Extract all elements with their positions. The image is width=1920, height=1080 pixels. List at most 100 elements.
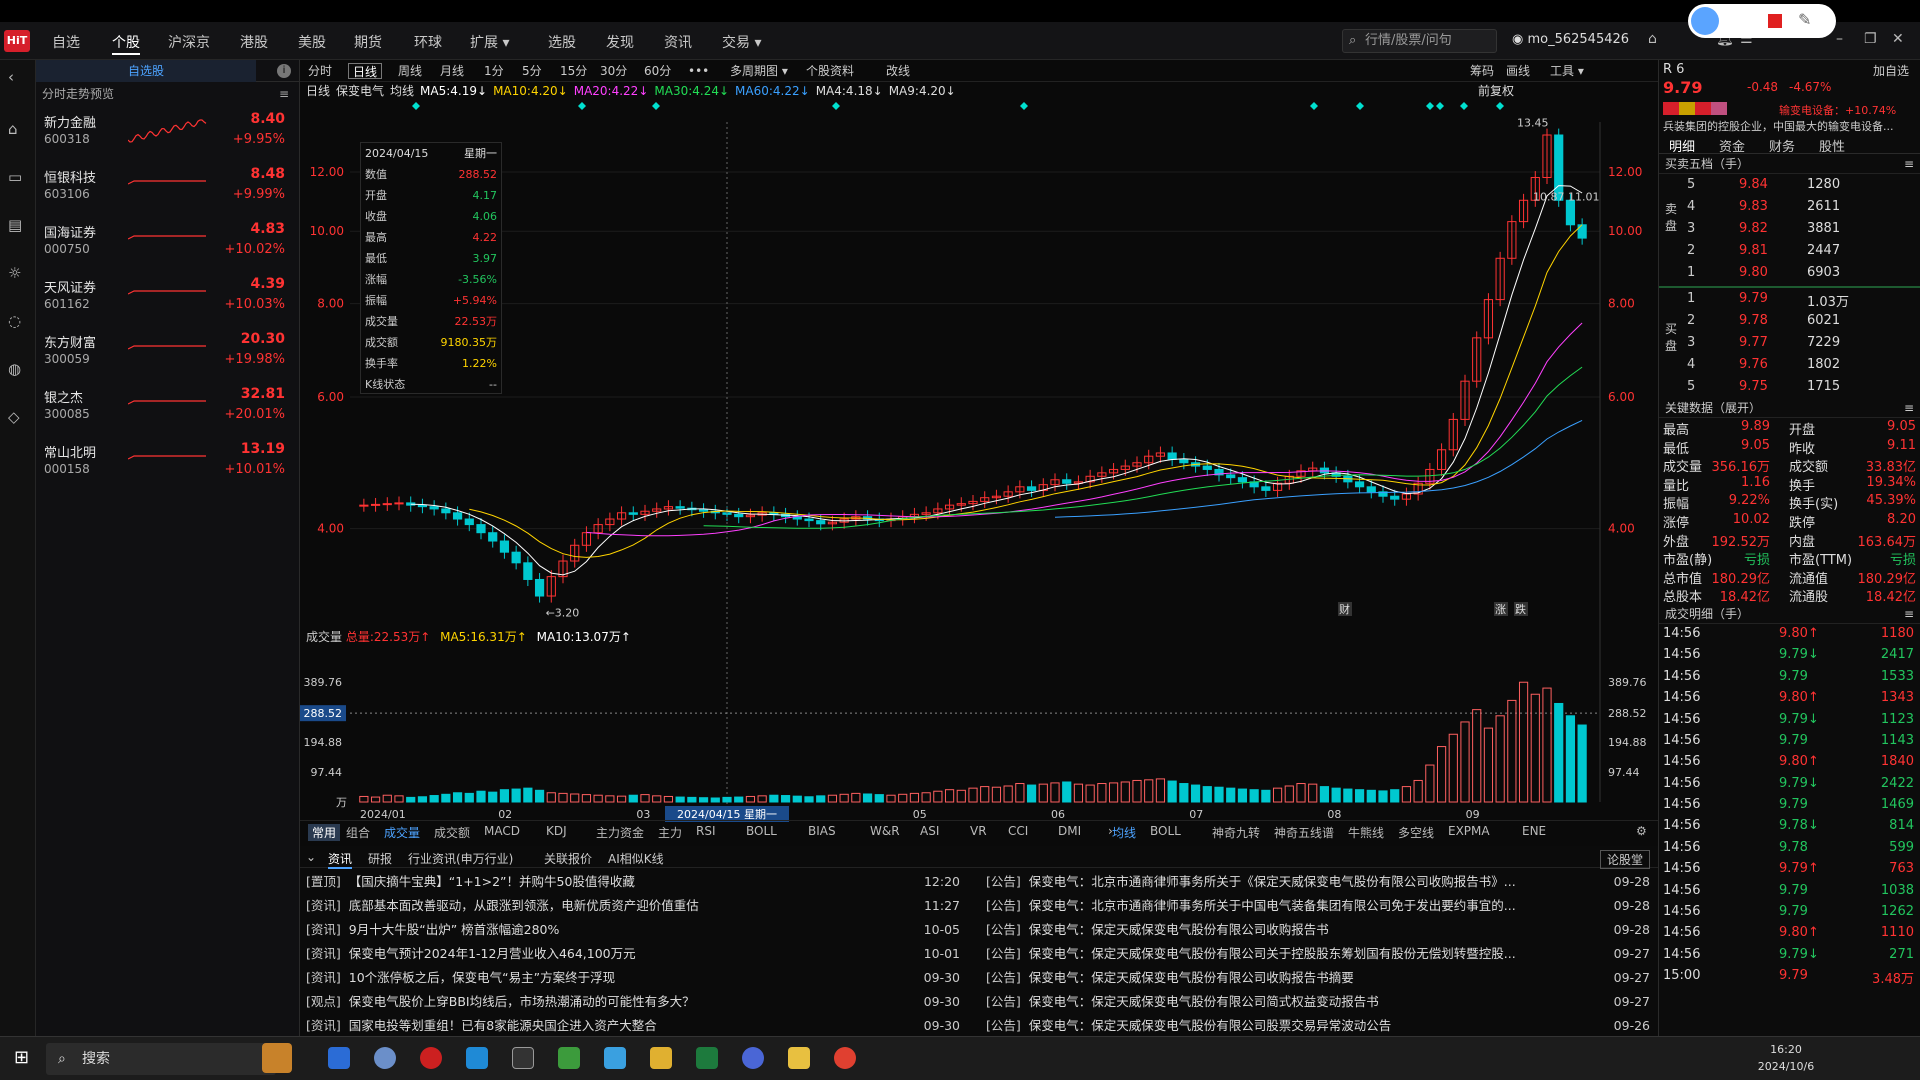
indicator-tab[interactable]: RSI <box>696 824 716 838</box>
indicator-tab[interactable]: VR <box>970 824 987 838</box>
period-tab[interactable]: 月线 <box>436 63 468 79</box>
minimize-icon[interactable]: – <box>1836 31 1843 47</box>
notes-icon[interactable] <box>788 1047 810 1069</box>
nav-item[interactable]: 环球 <box>414 32 442 52</box>
period-tab[interactable]: 5分 <box>518 63 546 79</box>
nav-item[interactable]: 自选 <box>52 32 80 52</box>
news-item[interactable]: [资讯] 底部基本面改善驱动，从跟涨到领涨，电新优质资产迎价值重估 11:27 <box>306 894 960 918</box>
watchlist-item[interactable]: 常山北明 000158 13.19 +10.01% <box>36 436 299 491</box>
indicator-tab[interactable]: 主力资金 <box>596 824 644 841</box>
news-item[interactable]: [公告] 保变电气：保定天威保变电气股份有限公司收购报告书摘要 09-27 <box>986 966 1650 990</box>
overlay-tab[interactable]: EXPMA <box>1448 824 1490 838</box>
diamond-icon[interactable]: ◇ <box>8 408 20 426</box>
chart-tool-tab[interactable]: 工具 ▾ <box>1546 63 1588 79</box>
home-icon[interactable]: ⌂ <box>8 120 18 138</box>
overlay-tab[interactable]: 神奇五线谱 <box>1274 824 1334 841</box>
period-tab[interactable]: 多周期图 ▾ <box>726 63 792 79</box>
indicator-tab[interactable]: 主力 <box>658 824 682 841</box>
period-tab[interactable]: 个股资料 <box>802 63 858 79</box>
period-tab[interactable]: 15分 <box>556 63 591 79</box>
nav-item[interactable]: 沪深京 <box>168 32 210 52</box>
period-tab[interactable]: 30分 <box>596 63 631 79</box>
news-item[interactable]: [置顶] 【国庆摘牛宝典】“1+1>2”！并购牛50股值得收藏 12:20 <box>306 870 960 894</box>
overlay-tab[interactable]: BOLL <box>1150 824 1181 838</box>
app-icon[interactable] <box>374 1047 396 1069</box>
indicator-tab[interactable]: 组合 <box>346 824 370 841</box>
news-item[interactable]: [资讯] 保变电气预计2024年1-12月营业收入464,100万元 10-01 <box>306 942 960 966</box>
nav-item[interactable]: 资讯 <box>664 32 692 52</box>
forum-button[interactable]: 论股堂 <box>1600 850 1651 869</box>
chat-icon[interactable]: ◌ <box>8 312 21 330</box>
folder-icon[interactable] <box>650 1047 672 1069</box>
period-tab[interactable]: 分时 <box>304 63 336 79</box>
indicator-tab[interactable]: MACD <box>484 824 520 838</box>
overlay-tab[interactable]: 均线 <box>1112 824 1136 841</box>
screen-recorder-widget[interactable]: ✎ <box>1688 4 1836 38</box>
nav-item[interactable]: 选股 <box>548 32 576 52</box>
chart-tool-tab[interactable]: 筹码 <box>1466 63 1498 79</box>
overlay-tab[interactable]: 多空线 <box>1398 824 1434 841</box>
indicator-tab[interactable]: BOLL <box>746 824 777 838</box>
indicator-tab[interactable]: 常用 <box>308 824 341 841</box>
indicator-tab[interactable]: ASI <box>920 824 939 838</box>
news-item[interactable]: [公告] 保变电气：保定天威保变电气股份有限公司股票交易异常波动公告 09-26 <box>986 1014 1650 1038</box>
widget-icon[interactable] <box>262 1043 292 1073</box>
quote-tab[interactable]: 股性 <box>1819 136 1845 155</box>
indicator-tab[interactable]: KDJ <box>546 824 567 838</box>
chart-tool-tab[interactable]: 画线 <box>1502 63 1534 79</box>
excel-icon[interactable] <box>696 1047 718 1069</box>
news-tab[interactable]: 研报 <box>368 850 392 867</box>
news-item[interactable]: [公告] 保变电气：保定天威保变电气股份有限公司收购报告书 09-28 <box>986 918 1650 942</box>
indicator-tab[interactable]: W&R <box>870 824 900 838</box>
period-tab[interactable]: 60分 <box>640 63 675 79</box>
store-icon[interactable] <box>604 1047 626 1069</box>
nav-item[interactable]: 扩展 ▾ <box>470 32 509 52</box>
fuquan-select[interactable]: 前复权 <box>1478 82 1514 99</box>
close-icon[interactable]: ✕ <box>1892 31 1904 47</box>
document-icon[interactable]: ▤ <box>8 216 22 234</box>
add-watch-button[interactable]: 加自选 <box>1873 62 1909 79</box>
news-item[interactable]: [观点] 保变电气股价上穿BBI均线后，市场热潮涌动的可能性有多大？ 09-30 <box>306 990 960 1014</box>
indicator-tab[interactable]: 成交额 <box>434 824 470 841</box>
nav-item[interactable]: 期货 <box>354 32 382 52</box>
nav-item[interactable]: 港股 <box>240 32 268 52</box>
watchlist-tab[interactable]: 自选股 <box>36 60 256 82</box>
editor-icon[interactable] <box>558 1047 580 1069</box>
app-circle-icon[interactable] <box>742 1047 764 1069</box>
news-tab[interactable]: 关联报价 <box>544 850 592 867</box>
search-input[interactable]: ⌕ 行情/股票/问句 <box>1342 29 1497 53</box>
stop-record-button[interactable] <box>1768 14 1782 28</box>
watchlist-item[interactable]: 恒银科技 603106 8.48 +9.99% <box>36 161 299 216</box>
terminal-icon[interactable] <box>512 1047 534 1069</box>
watchlist-item[interactable]: 新力金融 600318 8.40 +9.95% <box>36 106 299 161</box>
news-item[interactable]: [资讯] 国家电投等划重组！已有8家能源央国企进入资产大整合 09-30 <box>306 1014 960 1038</box>
news-item[interactable]: [公告] 保变电气：保定天威保变电气股份有限公司关于控股股东筹划国有股份无偿划转暨… <box>986 942 1650 966</box>
news-item[interactable]: [资讯] 9月十大牛股“出炉” 榜首涨幅逾280% 10-05 <box>306 918 960 942</box>
quote-tab[interactable]: 财务 <box>1769 136 1795 155</box>
gift-icon[interactable]: ⌂ <box>1648 31 1657 47</box>
watchlist-item[interactable]: 银之杰 300085 32.81 +20.01% <box>36 381 299 436</box>
news-item[interactable]: [公告] 保变电气：北京市通商律师事务所关于中国电气装备集团有限公司免于发出要约事… <box>986 894 1650 918</box>
period-tab[interactable]: 日线 <box>348 63 383 79</box>
news-tab[interactable]: 行业资讯(申万行业) <box>408 850 513 867</box>
news-item[interactable]: [资讯] 10个涨停板之后，保变电气“易主”方案终于浮现 09-30 <box>306 966 960 990</box>
watchlist-item[interactable]: 东方财富 300059 20.30 +19.98% <box>36 326 299 381</box>
nav-item[interactable]: 美股 <box>298 32 326 52</box>
quote-tab[interactable]: 明细 <box>1669 136 1695 155</box>
edge-icon[interactable] <box>466 1047 488 1069</box>
indicator-tab[interactable]: BIAS <box>808 824 836 838</box>
kline-chart[interactable]: 4.00 4.00 6.00 6.00 8.00 8.00 10.00 10.00 12.00 1… <box>300 102 1658 822</box>
indicator-tab[interactable]: 成交量 <box>384 824 420 841</box>
list-icon[interactable]: ≡ <box>279 82 289 106</box>
watchlist-item[interactable]: 天风证券 601162 4.39 +10.03% <box>36 271 299 326</box>
windows-start-icon[interactable]: ⊞ <box>14 1047 29 1068</box>
period-tab[interactable]: 周线 <box>394 63 426 79</box>
nav-item[interactable]: 交易 ▾ <box>722 32 761 52</box>
user-account[interactable]: ◉ mo_562545426 <box>1512 32 1629 47</box>
watchlist-item[interactable]: 国海证券 000750 4.83 +10.02% <box>36 216 299 271</box>
news-tab[interactable]: AI相似K线 <box>608 850 664 867</box>
nav-item[interactable]: 个股 <box>112 32 140 55</box>
period-tab[interactable]: 1分 <box>480 63 508 79</box>
pen-icon[interactable]: ✎ <box>1798 10 1811 29</box>
news-item[interactable]: [公告] 保变电气：北京市通商律师事务所关于《保定天威保变电气股份有限公司收购报告… <box>986 870 1650 894</box>
